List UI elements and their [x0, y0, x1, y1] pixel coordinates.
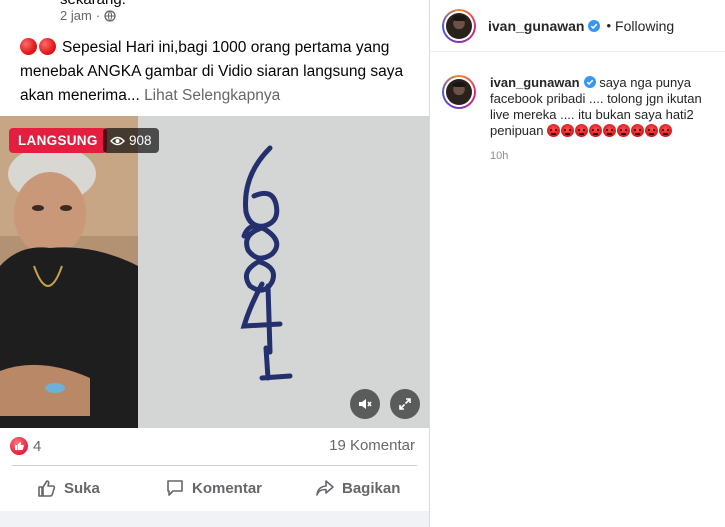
ig-post-header: ivan_gunawan • Following [430, 0, 725, 52]
comment-count[interactable]: 19 Komentar [329, 437, 415, 454]
clipped-text-line: sekarang. [60, 0, 126, 8]
angry-face-icon [547, 124, 561, 137]
comment-button[interactable]: Komentar [165, 476, 262, 500]
speech-bubble-icon [167, 480, 183, 496]
angry-face-icon [589, 124, 603, 137]
angry-face-icon [631, 124, 645, 137]
angry-face-icon [603, 124, 617, 137]
share-arrow-icon [316, 480, 334, 496]
profile-photo [446, 79, 472, 105]
see-more-link[interactable]: Lihat Selengkapnya [144, 87, 280, 104]
angry-face-icon [617, 124, 631, 137]
streamer-video-frame [0, 116, 138, 428]
viewer-count: 908 [129, 133, 152, 148]
like-button[interactable]: Suka [37, 476, 100, 500]
angry-face-icon [659, 124, 673, 137]
angry-face-icon [645, 124, 659, 137]
handwritten-numbers [138, 116, 429, 428]
comment-username[interactable]: ivan_gunawan [490, 75, 580, 90]
eye-icon [110, 136, 125, 145]
profile-photo [446, 12, 472, 39]
reaction-summary[interactable]: 4 [10, 437, 41, 455]
share-label: Bagikan [342, 479, 401, 497]
red-circle-icon [20, 38, 37, 55]
like-label: Suka [64, 479, 100, 497]
angry-face-icon [575, 124, 589, 137]
thumbs-up-reaction-icon [10, 437, 28, 455]
expand-icon [399, 398, 411, 410]
live-badge: LANGSUNG [9, 128, 107, 153]
angry-emoji-row [547, 123, 673, 138]
following-button[interactable]: Following [615, 18, 674, 34]
divider [12, 465, 417, 466]
fullscreen-button[interactable] [390, 389, 420, 419]
angry-face-icon [561, 124, 575, 137]
avatar[interactable] [442, 8, 476, 43]
facebook-post-area: sekarang. 2 jam · Sepesial Hari ini,bagi… [0, 0, 429, 527]
globe-icon [104, 9, 116, 22]
caption-comment: ivan_gunawan saya nga punya facebook pri… [442, 75, 722, 164]
post-timestamp[interactable]: 2 jam [60, 8, 92, 23]
number-board [138, 116, 429, 428]
streamer-figure [0, 116, 138, 428]
red-circle-emojis [20, 38, 56, 55]
red-circle-icon [39, 38, 56, 55]
thumbs-up-icon [38, 480, 56, 497]
verified-badge-icon [583, 76, 596, 88]
post-text: Sepesial Hari ini,bagi 1000 orang pertam… [20, 36, 415, 108]
speaker-muted-icon [359, 399, 372, 409]
comment-body: ivan_gunawan saya nga punya facebook pri… [490, 75, 710, 164]
viewer-count-badge: 908 [103, 128, 159, 153]
header-username[interactable]: ivan_gunawan [488, 18, 584, 34]
avatar[interactable] [442, 75, 476, 109]
facebook-post-card: sekarang. 2 jam · Sepesial Hari ini,bagi… [0, 0, 429, 511]
separator-dot: • [606, 18, 612, 33]
reaction-count: 4 [33, 437, 42, 455]
comment-label: Komentar [192, 479, 263, 497]
share-button[interactable]: Bagikan [315, 476, 400, 500]
mute-button[interactable] [350, 389, 380, 419]
instagram-panel: ivan_gunawan • Following ivan_gunawan sa… [429, 0, 725, 527]
live-video[interactable]: LANGSUNG 908 [0, 116, 429, 428]
post-meta: 2 jam · [60, 8, 116, 23]
comment-time: 10h [490, 150, 509, 162]
verified-badge-icon [588, 19, 601, 32]
